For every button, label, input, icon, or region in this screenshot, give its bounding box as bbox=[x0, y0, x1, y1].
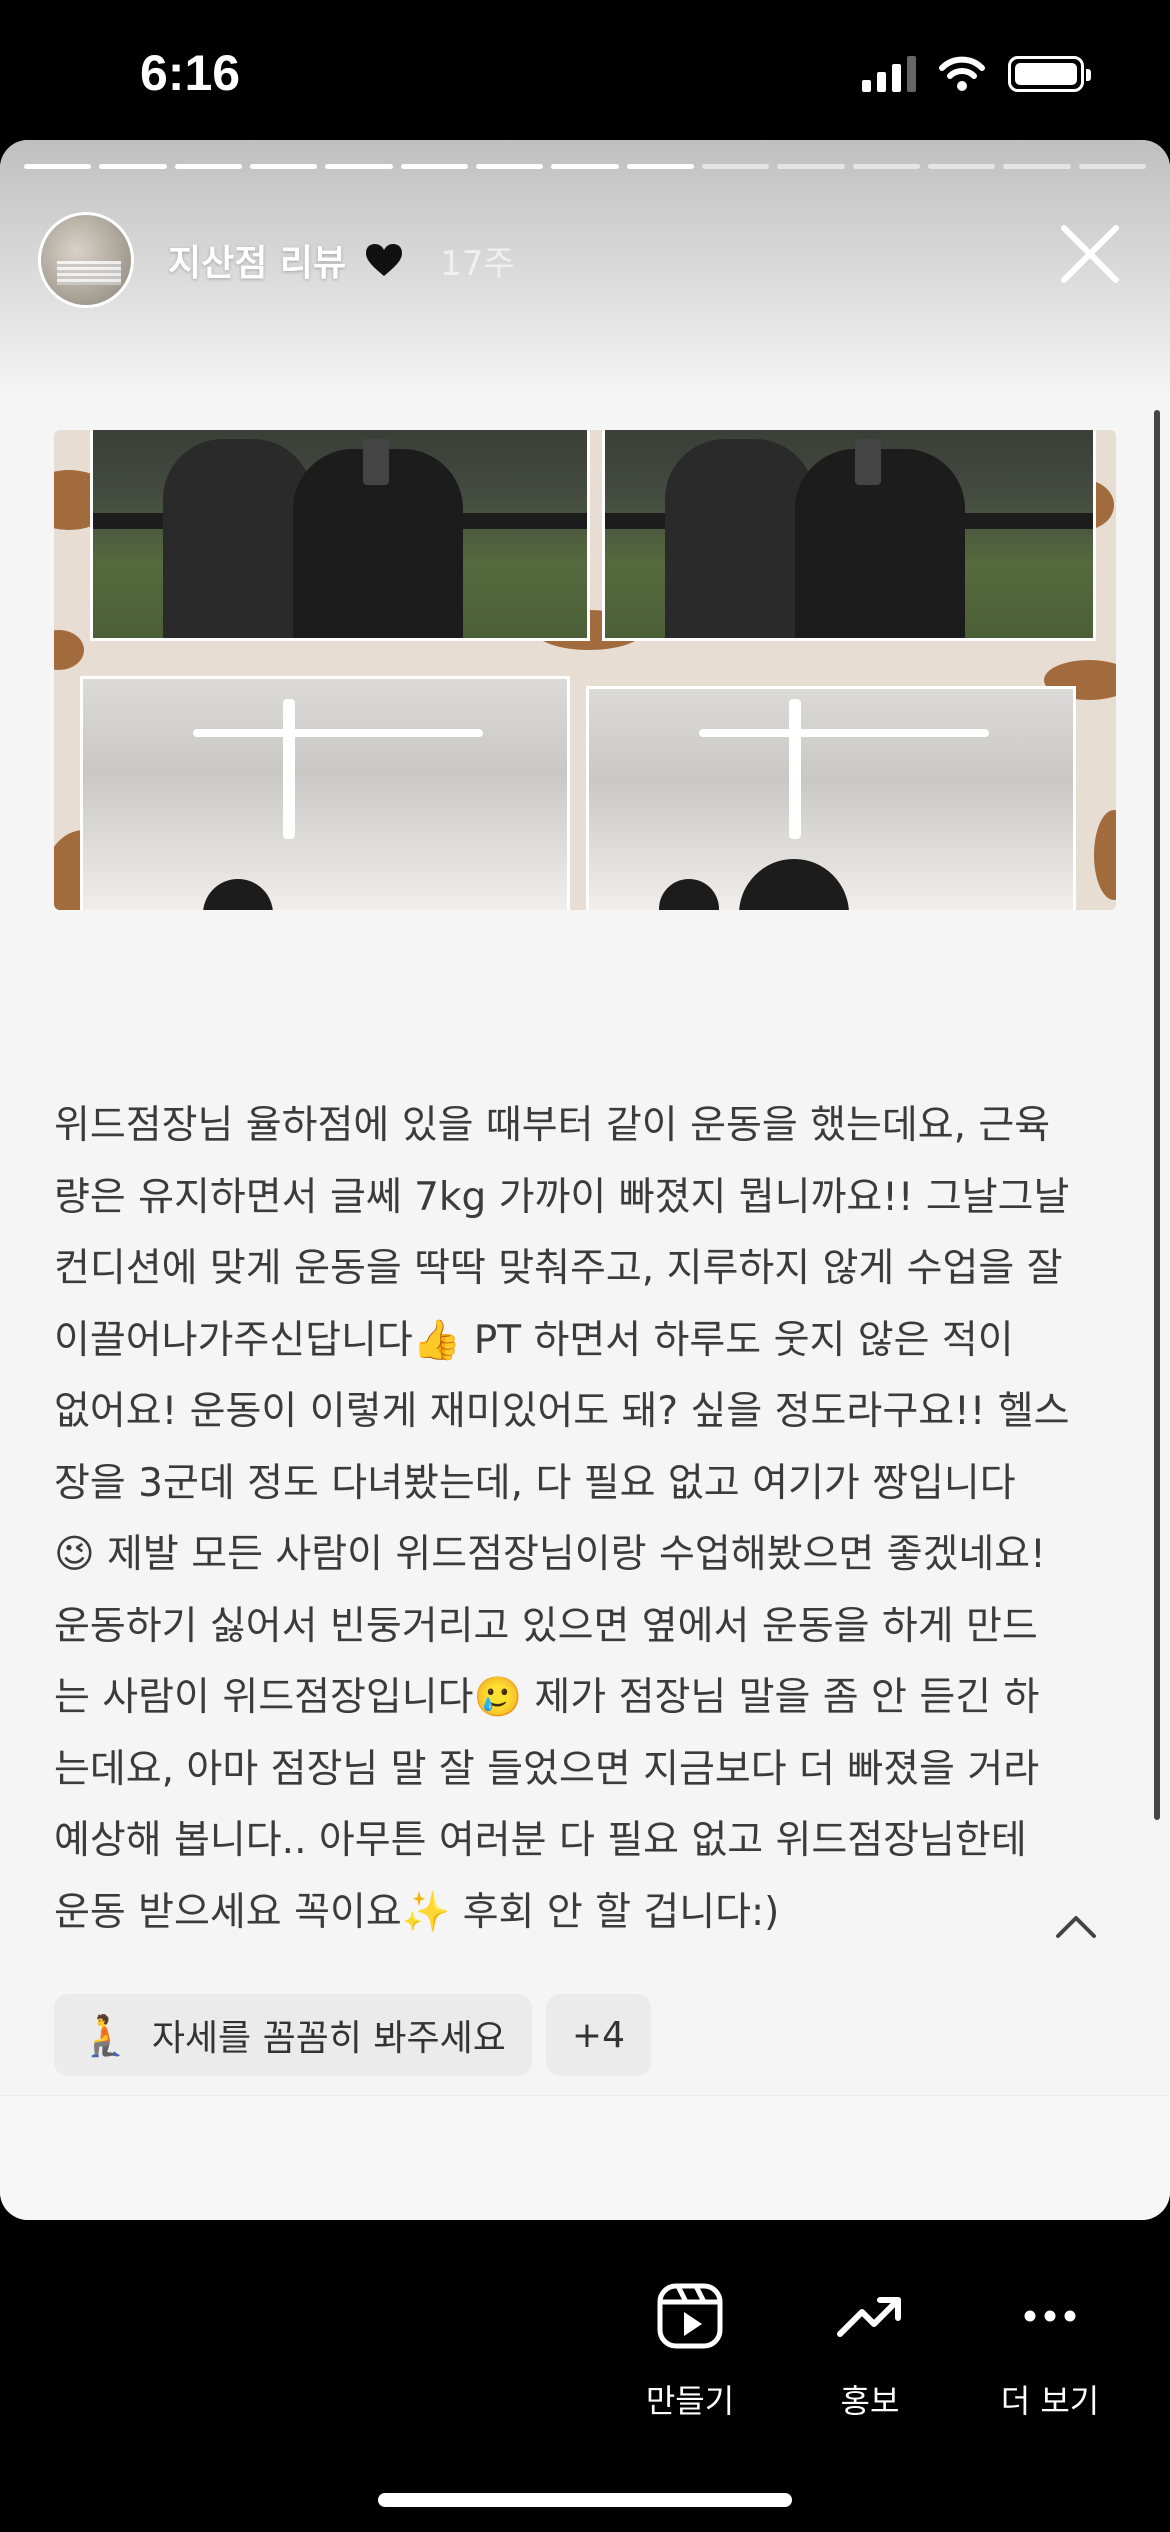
more-tags-button[interactable]: +4 bbox=[545, 1994, 651, 2076]
cellular-signal-icon bbox=[862, 56, 916, 92]
status-icons bbox=[862, 56, 1091, 92]
photo-studio-1 bbox=[80, 676, 570, 910]
progress-segment bbox=[626, 164, 694, 169]
kneeling-person-icon: 🧎 bbox=[80, 2012, 130, 2059]
create-label: 만들기 bbox=[645, 2382, 735, 2420]
black-heart-icon bbox=[366, 244, 403, 276]
progress-segment bbox=[400, 164, 468, 169]
more-tags-count: +4 bbox=[571, 2014, 625, 2056]
photo-mirror-selfie-1 bbox=[90, 430, 590, 641]
progress-segment bbox=[1003, 164, 1071, 169]
more-button[interactable]: 더 보기 bbox=[970, 2280, 1130, 2422]
progress-segment bbox=[852, 164, 920, 169]
story-header: 지산점 리뷰 17주 bbox=[38, 200, 1142, 320]
tag-chip[interactable]: 🧎 자세를 꼼꼼히 봐주세요 bbox=[54, 1994, 532, 2076]
progress-segment bbox=[249, 164, 318, 169]
review-text: 위드점장님 율하점에 있을 때부터 같이 운동을 했는데요, 근육 량은 유지하… bbox=[54, 1103, 1070, 1935]
progress-segment bbox=[24, 164, 92, 169]
progress-segment bbox=[99, 164, 167, 169]
progress-segment bbox=[174, 164, 242, 169]
review-tags: 🧎 자세를 꼼꼼히 봐주세요 +4 bbox=[54, 1994, 651, 2076]
progress-segment bbox=[1078, 164, 1146, 169]
wifi-icon bbox=[939, 56, 985, 91]
story-progress-bar bbox=[24, 164, 1146, 169]
scrollbar[interactable] bbox=[1154, 410, 1160, 1820]
progress-segment bbox=[551, 164, 619, 169]
progress-segment bbox=[701, 164, 770, 169]
photo-studio-2 bbox=[586, 686, 1076, 910]
trending-up-icon bbox=[837, 2297, 901, 2337]
promote-label: 홍보 bbox=[840, 2382, 900, 2420]
close-button[interactable] bbox=[1050, 214, 1130, 294]
story-age: 17주 bbox=[440, 243, 515, 284]
home-indicator[interactable] bbox=[378, 2493, 792, 2507]
photo-mirror-selfie-2 bbox=[602, 430, 1096, 641]
chevron-up-icon[interactable] bbox=[1052, 1910, 1100, 1942]
create-button[interactable]: 만들기 bbox=[610, 2280, 770, 2422]
more-label: 더 보기 bbox=[1000, 2382, 1100, 2420]
card-footer-area bbox=[0, 2095, 1170, 2220]
progress-segment bbox=[777, 164, 845, 169]
avatar[interactable] bbox=[38, 212, 134, 308]
promote-button[interactable]: 홍보 bbox=[790, 2280, 950, 2422]
status-time: 6:16 bbox=[140, 45, 241, 101]
story-card: 지산점 리뷰 17주 위드점장님 율하점에 있을 때부터 같이 운동을 했는데요… bbox=[0, 140, 1170, 2220]
progress-segment bbox=[927, 164, 996, 169]
story-title[interactable]: 지산점 리뷰 bbox=[168, 234, 346, 286]
status-bar: 6:16 bbox=[0, 0, 1170, 140]
more-dots-icon bbox=[1024, 2310, 1076, 2322]
tag-label: 자세를 꼼꼼히 봐주세요 bbox=[151, 2018, 506, 2059]
progress-segment bbox=[325, 164, 393, 169]
bottom-action-bar: 만들기 홍보 더 보기 bbox=[0, 2220, 1170, 2532]
reels-icon bbox=[657, 2283, 723, 2349]
battery-icon bbox=[1008, 56, 1091, 92]
progress-segment bbox=[475, 164, 544, 169]
review-photo-collage[interactable] bbox=[54, 430, 1116, 910]
